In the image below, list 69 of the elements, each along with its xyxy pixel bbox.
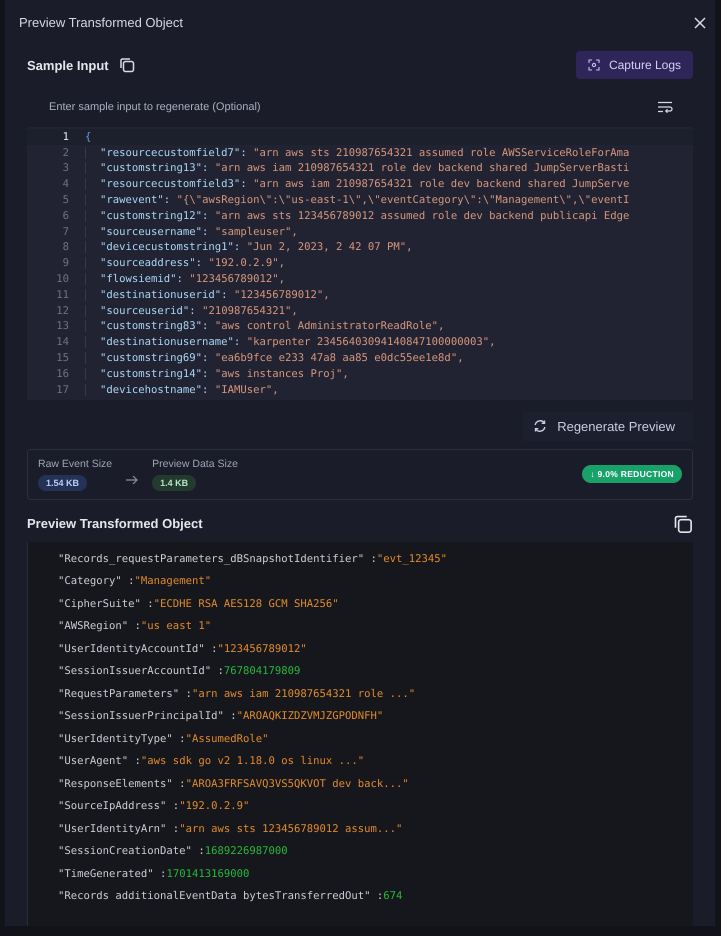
code-line: "sourceusername": "sampleuser", <box>85 226 298 238</box>
json-field: "UserIdentityArn" :"arn aws sts 123456789012 assum..." <box>58 818 693 840</box>
json-field: "AWSRegion" :"us east 1" <box>58 615 693 638</box>
line-number: 1 <box>62 130 70 143</box>
refresh-icon <box>533 419 548 434</box>
code-line: "customstring69": "ea6b9fce e233 47a8 aa85 e0dc55ee1e8d", <box>85 352 464 364</box>
line-number: 10 <box>55 273 70 286</box>
code-line: "customstring12": "arn aws sts 123456789012 assumed role dev backend publicapi Edge <box>85 210 630 222</box>
capture-logs-button[interactable]: Capture Logs <box>576 51 693 79</box>
close-icon[interactable] <box>694 16 706 28</box>
json-field: "SourceIpAddress" :"192.0.2.9" <box>58 795 693 818</box>
line-number: 9 <box>62 257 70 270</box>
line-number: 5 <box>62 194 70 206</box>
json-field: "Category" :"Management" <box>58 570 693 593</box>
dialog-title: Preview Transformed Object <box>19 15 184 30</box>
code-line: "rawevent": "{\"awsRegion\":\"us-east-1\",\"eventCategory\":\"Management\",\"eventI <box>85 194 630 206</box>
line-number: 12 <box>55 304 70 317</box>
code-line: "devicecustomstring1": "Jun 2, 2023, 2 42 07 PM", <box>85 241 413 254</box>
code-line: "customstring13": "arn aws iam 210987654321 role dev backend shared JumpServerBasti <box>85 162 630 174</box>
arrow-right-icon <box>126 475 138 486</box>
code-line: "sourceaddress": "192.0.2.9", <box>85 257 285 270</box>
line-number: 15 <box>55 352 70 364</box>
section-heading: Preview Transformed Object <box>27 516 203 532</box>
line-number: 3 <box>62 162 70 174</box>
line-number: 7 <box>62 226 70 238</box>
size-label: Preview Data Size <box>152 458 238 470</box>
json-field: "ResponseElements" :"AROA3FRFSAVQ3VS5QKVOT dev back..." <box>58 772 693 796</box>
line-number: 6 <box>62 210 70 222</box>
line-number: 17 <box>55 384 70 396</box>
json-field: "SessionIssuerAccountId" :767804179809 <box>58 660 693 683</box>
json-field: "UserAgent" :"aws sdk go v2 1.18.0 os linux ..." <box>58 750 693 773</box>
code-line: "devicehostname": "IAMUser", <box>85 384 279 396</box>
code-line: "destinationuserid": "123456789012", <box>85 288 330 301</box>
json-field: "Records_requestParameters_dBSnapshotIdentifier" :"evt_12345" <box>58 548 693 570</box>
json-field: "RequestParameters" :"arn aws iam 210987654321 role ..." <box>58 682 693 706</box>
line-number: 13 <box>55 320 70 332</box>
json-field: "TimeGenerated" :1701413169000 <box>58 862 693 886</box>
section-heading: Sample Input <box>27 58 109 72</box>
size-label: Raw Event Size <box>38 458 112 470</box>
capture-icon <box>588 59 600 71</box>
code-line: "customstring14": "aws instances Proj", <box>85 368 349 380</box>
size-badge: 1.4 KB <box>152 474 196 491</box>
json-field: "CipherSuite" :"ECDHE RSA AES128 GCM SHA256" <box>58 592 693 616</box>
code-line: "resourcecustomfield3": "arn aws iam 210987654321 role dev backend shared JumpServe <box>85 178 630 190</box>
json-field: "SessionCreationDate" :1689226987000 <box>58 840 693 863</box>
wrap-text-icon[interactable] <box>657 101 673 113</box>
copy-icon[interactable] <box>673 514 693 534</box>
size-badge: 1.54 KB <box>38 474 88 491</box>
code-line: "sourceuserid": "210987654321", <box>85 304 298 317</box>
reduction-badge: ↓ 9.0% REDUCTION <box>582 465 682 484</box>
code-line: { <box>85 130 92 143</box>
code-line: "customstring83": "aws control AdministratorReadRole", <box>85 320 444 332</box>
line-number: 14 <box>55 336 70 348</box>
code-line: "destinationusername": "karpenter 23456403094140847100000003", <box>85 336 496 348</box>
code-editor[interactable] <box>27 127 693 400</box>
line-number: 16 <box>55 368 70 380</box>
json-field: "UserIdentityAccountId" :"123456789012" <box>58 638 693 660</box>
line-number: 4 <box>62 178 70 190</box>
json-field: "Records additionalEventData bytesTransferredOut" :674 <box>58 885 693 908</box>
line-number: 8 <box>62 241 70 254</box>
input-hint: Enter sample input to regenerate (Optional) <box>49 101 261 113</box>
code-line: "resourcecustomfield7": "arn aws sts 210987654321 assumed role AWSServiceRoleForAma <box>85 146 630 159</box>
json-field: "SessionIssuerPrincipalId" :"AROAQKIZDZVMJZGPODNFH" <box>58 705 693 728</box>
line-number: 11 <box>55 288 70 301</box>
regenerate-preview-button[interactable]: Regenerate Preview <box>523 412 693 441</box>
json-field: "UserIdentityType" :"AssumedRole" <box>58 728 693 750</box>
line-number: 2 <box>62 146 70 159</box>
code-line: "flowsiemid": "123456789012", <box>85 273 285 286</box>
copy-icon[interactable] <box>118 57 135 73</box>
